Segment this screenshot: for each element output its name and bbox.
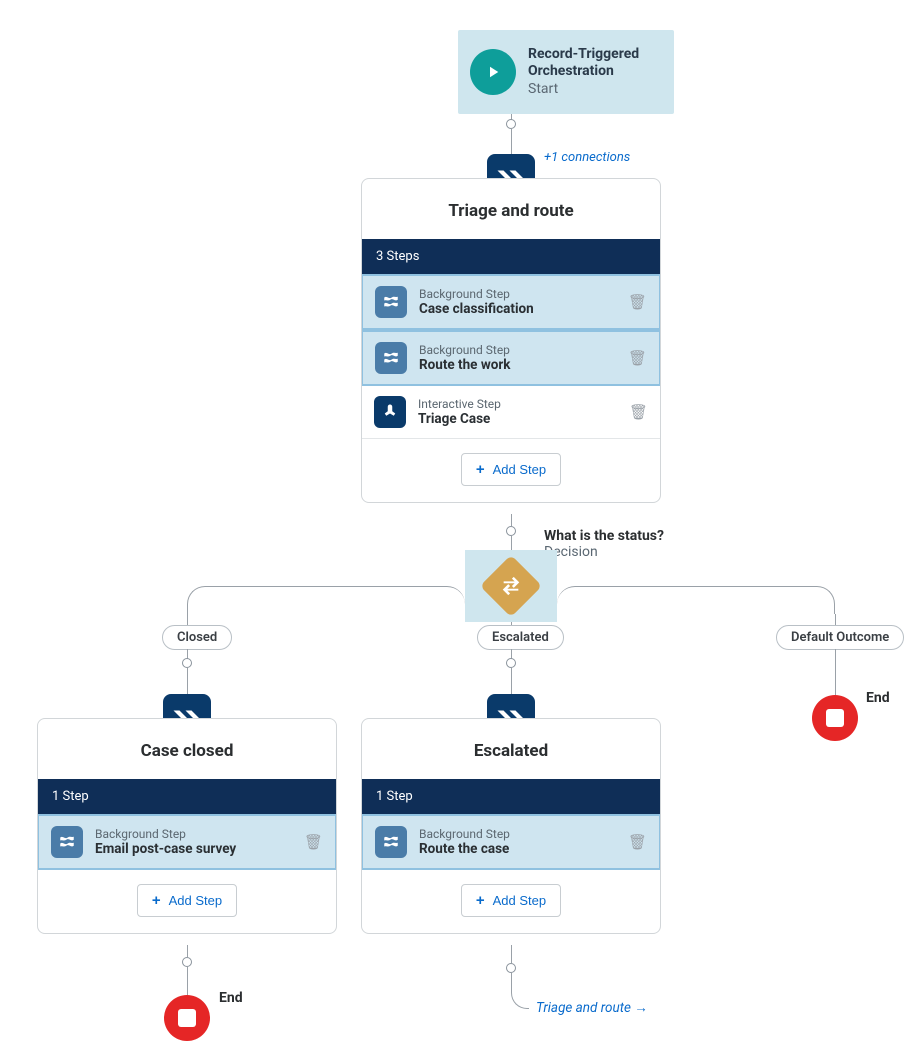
delete-step-icon[interactable]: 🗑 <box>628 293 647 311</box>
step-name: Route the work <box>419 357 511 373</box>
step-name: Route the case <box>419 841 510 857</box>
step-name: Case classification <box>419 301 534 317</box>
stage-title: Escalated <box>362 719 660 779</box>
connector <box>511 973 529 1009</box>
delete-step-icon[interactable]: 🗑 <box>628 833 647 851</box>
stage-step-count: 1 Step <box>38 779 336 814</box>
step-case-classification[interactable]: Background Step Case classification 🗑 <box>361 274 661 330</box>
connector-node[interactable] <box>182 957 192 967</box>
step-category: Background Step <box>95 827 236 841</box>
plus-icon: + <box>476 461 485 478</box>
extra-connections-link[interactable]: +1 connections <box>544 150 630 165</box>
decision-subtitle: Decision <box>544 544 664 560</box>
interactive-step-icon <box>374 396 406 428</box>
connector <box>187 945 188 957</box>
connector-node[interactable] <box>506 963 516 973</box>
add-step-label: Add Step <box>493 462 547 477</box>
connector-node[interactable] <box>506 526 516 536</box>
start-node[interactable]: Record-Triggered Orchestration Start <box>458 30 674 114</box>
step-name: Triage Case <box>418 411 501 427</box>
add-step-button[interactable]: + Add Step <box>461 884 561 917</box>
step-category: Interactive Step <box>418 397 501 411</box>
stage-step-count: 3 Steps <box>362 239 660 274</box>
step-route-the-case[interactable]: Background Step Route the case 🗑 <box>361 814 661 870</box>
stage-step-count: 1 Step <box>362 779 660 814</box>
plus-icon: + <box>476 892 485 909</box>
step-category: Background Step <box>419 287 534 301</box>
connector <box>557 586 835 614</box>
loop-back-link[interactable]: Triage and route → <box>536 1000 648 1016</box>
step-email-survey[interactable]: Background Step Email post-case survey 🗑 <box>37 814 337 870</box>
connector <box>511 668 512 694</box>
end-label: End <box>866 690 890 706</box>
add-step-button[interactable]: + Add Step <box>137 884 237 917</box>
decision-title: What is the status? <box>544 528 664 544</box>
outcome-escalated[interactable]: Escalated <box>477 625 564 650</box>
step-category: Background Step <box>419 343 511 357</box>
stage-escalated[interactable]: Escalated 1 Step Background Step Route t… <box>361 718 661 934</box>
outcome-default[interactable]: Default Outcome <box>776 625 904 650</box>
plus-icon: + <box>152 892 161 909</box>
stage-title: Case closed <box>38 719 336 779</box>
start-title: Record-Triggered Orchestration <box>528 46 662 81</box>
step-category: Background Step <box>419 827 510 841</box>
add-step-label: Add Step <box>493 893 547 908</box>
stage-triage-and-route[interactable]: Triage and route 3 Steps Background Step… <box>361 178 661 503</box>
play-icon <box>470 49 516 95</box>
background-step-icon <box>375 342 407 374</box>
delete-step-icon[interactable]: 🗑 <box>304 833 323 851</box>
decision-node[interactable] <box>465 550 557 622</box>
delete-step-icon[interactable]: 🗑 <box>628 349 647 367</box>
step-triage-case[interactable]: Interactive Step Triage Case 🗑 <box>362 386 660 439</box>
end-label: End <box>219 990 243 1006</box>
start-subtitle: Start <box>528 81 662 99</box>
connector <box>187 967 188 995</box>
connector-node[interactable] <box>506 658 516 668</box>
delete-step-icon[interactable]: 🗑 <box>629 403 648 421</box>
add-step-label: Add Step <box>169 893 223 908</box>
connector <box>511 536 512 550</box>
background-step-icon <box>375 826 407 858</box>
step-route-the-work[interactable]: Background Step Route the work 🗑 <box>361 330 661 386</box>
connector <box>187 668 188 694</box>
stage-title: Triage and route <box>362 179 660 239</box>
connector <box>835 649 836 695</box>
background-step-icon <box>51 826 83 858</box>
connector <box>511 514 512 526</box>
connector-node[interactable] <box>506 119 516 129</box>
connector <box>511 129 512 155</box>
connector <box>187 586 465 614</box>
connector-node[interactable] <box>182 658 192 668</box>
outcome-closed[interactable]: Closed <box>162 625 232 650</box>
add-step-button[interactable]: + Add Step <box>461 453 561 486</box>
end-node[interactable] <box>812 695 858 741</box>
decision-icon <box>480 555 542 617</box>
step-name: Email post-case survey <box>95 841 236 857</box>
background-step-icon <box>375 286 407 318</box>
connector <box>511 945 512 963</box>
stage-case-closed[interactable]: Case closed 1 Step Background Step Email… <box>37 718 337 934</box>
end-node[interactable] <box>164 995 210 1041</box>
